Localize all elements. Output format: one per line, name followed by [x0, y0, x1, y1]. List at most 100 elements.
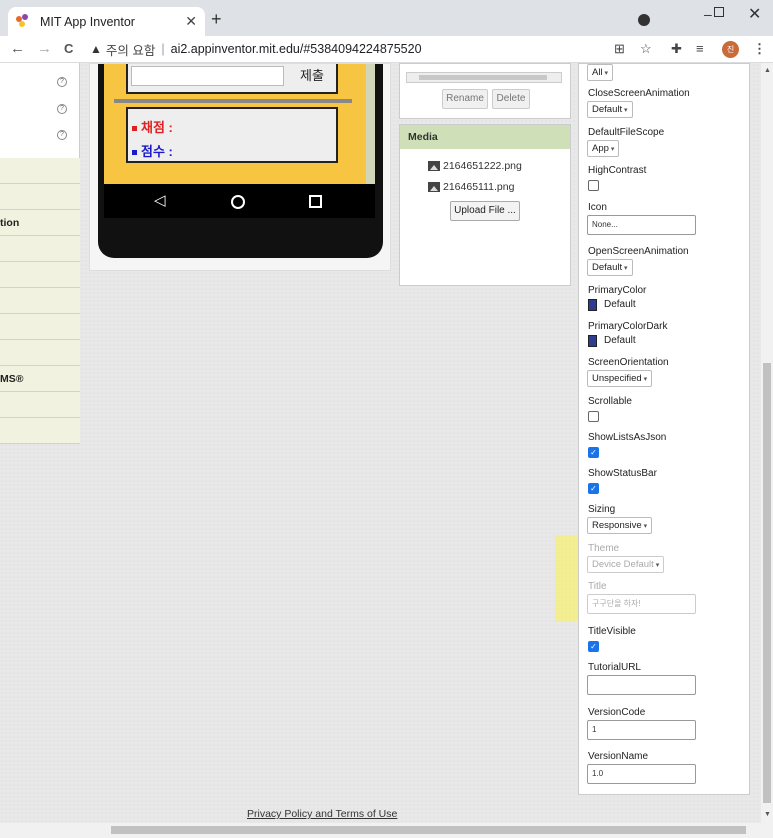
palette-category[interactable]: [0, 392, 80, 418]
sizing-label: Sizing: [588, 504, 616, 515]
title-visible-checkbox[interactable]: ✓: [588, 641, 599, 652]
forward-button[interactable]: →: [37, 40, 52, 57]
version-name-field[interactable]: 1.0: [587, 764, 696, 784]
tab-title: MIT App Inventor: [40, 14, 135, 29]
page-vertical-scrollbar[interactable]: ▲ ▼: [761, 63, 773, 823]
phone-mockup: 제출 채점 : 점수 : ◁: [98, 64, 383, 258]
help-icon[interactable]: ?: [57, 104, 67, 114]
tab-close-icon[interactable]: ✕: [185, 13, 197, 30]
version-code-field[interactable]: 1: [587, 720, 696, 740]
nav-back-icon: ◁: [154, 192, 166, 209]
upload-file-button[interactable]: Upload File ...: [450, 201, 520, 221]
open-animation-label: OpenScreenAnimation: [588, 246, 689, 257]
palette-category[interactable]: tion: [0, 210, 80, 236]
tutorial-url-field[interactable]: [587, 675, 696, 695]
theme-select[interactable]: Device Default: [587, 556, 665, 573]
tab-search-icon[interactable]: [638, 14, 650, 26]
new-tab-button[interactable]: +: [211, 9, 222, 30]
image-file-icon: [428, 182, 440, 192]
palette-category[interactable]: [0, 262, 80, 288]
sizing-select[interactable]: Responsive: [587, 517, 653, 534]
palette-category[interactable]: [0, 314, 80, 340]
browser-menu-icon[interactable]: ⋮: [753, 41, 766, 57]
input-arrangement[interactable]: 제출: [126, 64, 338, 94]
screen-scroll-strip: [366, 64, 375, 184]
delete-button[interactable]: Delete: [492, 89, 530, 109]
phone-viewer: 제출 채점 : 점수 : ◁: [89, 63, 391, 271]
version-code-label: VersionCode: [588, 707, 646, 718]
reload-button[interactable]: C: [64, 41, 73, 56]
privacy-policy-link[interactable]: Privacy Policy and Terms of Use: [247, 808, 397, 820]
tutorial-url-label: TutorialURL: [588, 662, 641, 673]
media-file-item[interactable]: 2164651222.png: [428, 160, 522, 172]
palette-category[interactable]: [0, 236, 80, 262]
minimize-button[interactable]: –: [704, 6, 712, 22]
help-icon[interactable]: ?: [57, 77, 67, 87]
primary-dark-swatch[interactable]: [588, 335, 597, 347]
browser-tab-bar: MIT App Inventor ✕ + – ✕: [0, 0, 773, 36]
palette-category[interactable]: [0, 158, 80, 184]
open-animation-select[interactable]: Default: [587, 259, 633, 276]
security-warning-text[interactable]: 주의 요함: [106, 40, 155, 59]
designer-workspace: ? ? ? tion MS® 제출 채점: 점수: ◁ Rename Del…: [0, 63, 761, 823]
high-contrast-checkbox[interactable]: [588, 180, 599, 191]
scrollable-checkbox[interactable]: [588, 411, 599, 422]
orientation-select[interactable]: Unspecified: [587, 370, 653, 387]
blue-bullet-icon: [132, 150, 137, 156]
primary-color-value[interactable]: Default: [604, 299, 636, 310]
palette-category[interactable]: [0, 340, 80, 366]
warning-icon[interactable]: ▲: [90, 42, 102, 56]
page-horizontal-scrollbar[interactable]: [0, 823, 773, 838]
phone-screen: 제출 채점 : 점수 :: [104, 64, 375, 184]
palette-category[interactable]: [0, 418, 80, 444]
align-select[interactable]: All: [587, 64, 614, 81]
bookmark-star-icon[interactable]: ☆: [640, 41, 652, 57]
nav-home-icon: [231, 195, 245, 209]
icon-field[interactable]: None...: [587, 215, 696, 235]
primary-color-swatch[interactable]: [588, 299, 597, 311]
close-animation-select[interactable]: Default: [587, 101, 633, 118]
help-icon[interactable]: ?: [57, 130, 67, 140]
file-scope-label: DefaultFileScope: [588, 127, 665, 138]
scrollable-label: Scrollable: [588, 396, 632, 407]
score-label[interactable]: 점수 :: [132, 141, 173, 160]
grading-label[interactable]: 채점 :: [132, 117, 173, 136]
close-window-button[interactable]: ✕: [748, 4, 761, 24]
show-lists-checkbox[interactable]: ✓: [588, 447, 599, 458]
app-inventor-favicon-icon: [16, 13, 32, 30]
title-label: Title: [588, 581, 607, 592]
address-bar[interactable]: ▲ 주의 요함 | ai2.appinventor.mit.edu/#53840…: [90, 38, 670, 60]
components-tree-panel: Rename Delete: [399, 63, 571, 119]
media-header: Media: [400, 125, 570, 149]
title-field[interactable]: 구구단을 하자!: [587, 594, 696, 614]
components-hscroll[interactable]: [406, 72, 562, 83]
palette-category[interactable]: MS®: [0, 366, 80, 392]
media-file-item[interactable]: 216465111.png: [428, 181, 514, 193]
palette-category[interactable]: [0, 184, 80, 210]
horizontal-divider: [114, 99, 352, 103]
theme-label: Theme: [588, 543, 620, 554]
palette-category[interactable]: [0, 288, 80, 314]
rename-button[interactable]: Rename: [442, 89, 488, 109]
browser-tab[interactable]: MIT App Inventor ✕: [8, 7, 205, 36]
palette-category-list: tion MS®: [0, 158, 80, 444]
profile-avatar[interactable]: 진: [722, 41, 739, 58]
url-text[interactable]: ai2.appinventor.mit.edu/#538409422487552…: [171, 42, 422, 56]
nav-recents-icon: [309, 195, 322, 208]
maximize-button[interactable]: [714, 7, 724, 17]
translate-icon[interactable]: ⊞: [614, 41, 625, 57]
show-status-checkbox[interactable]: ✓: [588, 483, 599, 494]
submit-button[interactable]: 제출: [288, 64, 336, 90]
primary-dark-value[interactable]: Default: [604, 335, 636, 346]
answer-textbox[interactable]: [131, 66, 284, 86]
close-animation-label: CloseScreenAnimation: [588, 88, 690, 99]
address-separator: |: [161, 42, 165, 56]
primary-color-label: PrimaryColor: [588, 285, 647, 296]
extensions-icon[interactable]: ✚: [671, 41, 682, 57]
file-scope-select[interactable]: App: [587, 140, 620, 157]
red-bullet-icon: [132, 126, 137, 132]
back-button[interactable]: ←: [10, 40, 25, 57]
reading-list-icon[interactable]: ≡: [696, 41, 704, 56]
result-arrangement[interactable]: 채점 : 점수 :: [126, 107, 338, 163]
version-name-label: VersionName: [588, 751, 649, 762]
